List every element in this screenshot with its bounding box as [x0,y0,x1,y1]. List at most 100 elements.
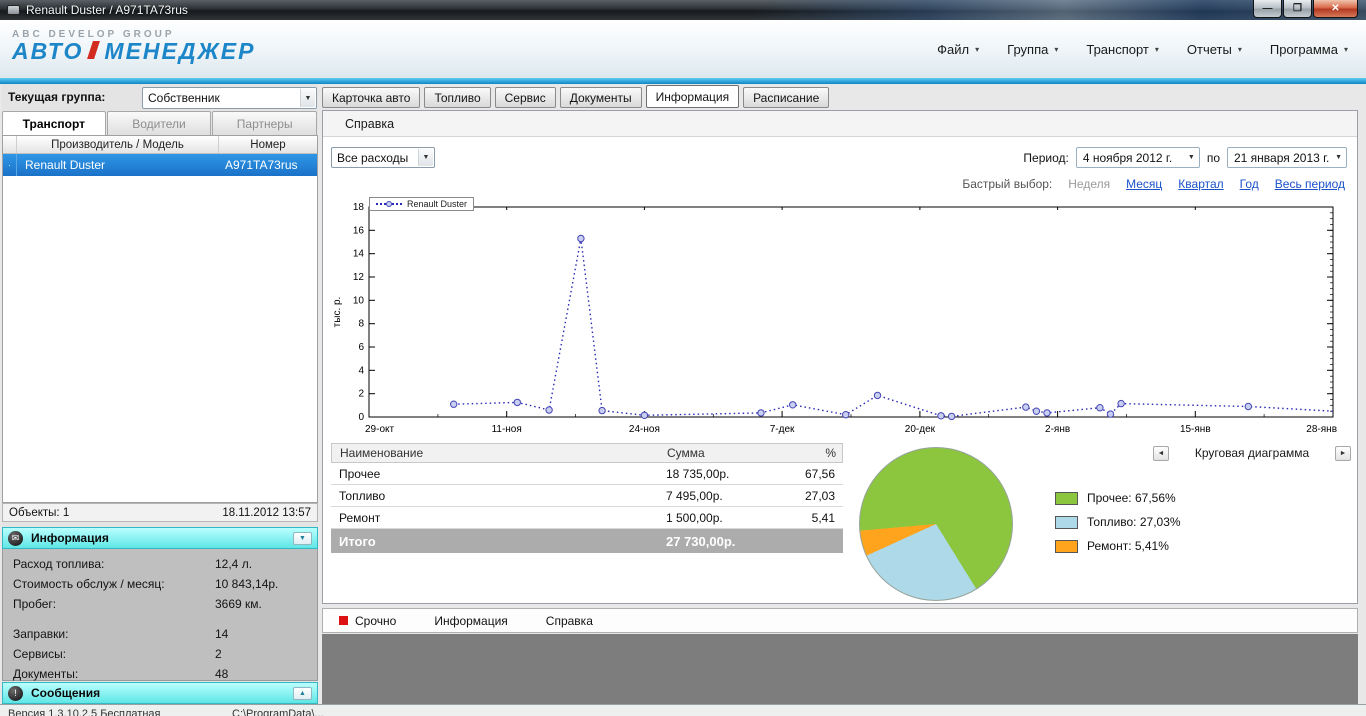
info-panel-body: Расход топлива:12,4 л. Стоимость обслуж … [2,549,318,681]
period-row: Период: 4 ноября 2012 г. ▼ по 21 января … [1023,147,1347,168]
logo-brand-left: АВТО [12,38,83,64]
period-from-select[interactable]: 4 ноября 2012 г. ▼ [1076,147,1200,168]
quick-link-month[interactable]: Месяц [1126,177,1162,191]
chevron-down-icon: ▼ [418,149,433,166]
info-panel-header[interactable]: ✉ Информация ▼ [2,527,318,549]
bottom-tab-information[interactable]: Информация [434,614,507,628]
pie-legend-swatch [1055,540,1078,553]
svg-text:8: 8 [358,319,364,330]
pie-nav: ◄ Круговая диаграмма ► [1153,445,1351,461]
restore-button[interactable]: ❐ [1283,0,1312,18]
tab-schedule[interactable]: Расписание [743,87,829,108]
menu-item-reports[interactable]: Отчеты▾ [1187,42,1242,57]
app-header: ABC DEVELOP GROUP АВТОМЕНЕДЖЕР Файл▾ Гру… [0,20,1366,78]
close-button[interactable]: ✕ [1313,0,1358,18]
info-label: Заправки: [13,627,68,641]
current-group-select[interactable]: Собственник ▼ [142,87,317,109]
svg-text:28-янв: 28-янв [1306,424,1337,435]
tab-information[interactable]: Информация [646,85,739,108]
quick-link-all[interactable]: Весь период [1275,177,1345,191]
svg-text:18: 18 [353,202,365,213]
svg-text:29-окт: 29-окт [365,424,395,435]
pie-chart [859,447,1013,601]
bottom-tabs-bar: Срочно Информация Справка [322,608,1358,633]
expense-filter-select[interactable]: Все расходы ▼ [331,147,435,168]
pie-prev-button[interactable]: ◄ [1153,446,1169,461]
svg-text:10: 10 [353,295,365,306]
vehicle-list: Производитель / Модель Номер · Renault D… [2,135,318,503]
pie-next-button[interactable]: ► [1335,446,1351,461]
tab-partners[interactable]: Партнеры [212,111,317,135]
vehicle-list-header: Производитель / Модель Номер [3,136,317,154]
quick-link-year[interactable]: Год [1240,177,1259,191]
arrow-left-icon: ◄ [1158,450,1165,457]
svg-text:12: 12 [353,272,365,283]
info-collapse-button[interactable]: ▼ [293,532,312,545]
vehicle-row-selected[interactable]: · Renault Duster A971TA73rus [3,154,317,176]
minimize-button[interactable]: — [1253,0,1282,18]
tab-card[interactable]: Карточка авто [322,87,420,108]
tab-fuel[interactable]: Топливо [424,87,490,108]
table-row: Ремонт 1 500,00р. 5,41 [331,507,843,529]
chevron-down-icon: ▼ [300,89,315,107]
col-header-number: Номер [219,136,317,153]
app-icon [7,5,20,15]
info-value: 2 [215,647,222,661]
svg-text:20-дек: 20-дек [905,424,936,435]
svg-text:тыс. р.: тыс. р. [332,297,343,328]
pie-legend-item: Прочее: 67,56% [1055,491,1181,505]
main-menu: Файл▾ Группа▾ Транспорт▾ Отчеты▾ Програм… [937,20,1348,78]
tab-transport[interactable]: Транспорт [2,111,106,135]
info-panel-title: Информация [31,531,109,545]
menu-item-transport[interactable]: Транспорт▾ [1086,42,1159,57]
quick-select-row: Бастрый выбор: Неделя Месяц Квартал Год … [962,177,1345,191]
info-value: 48 [215,667,228,681]
legend-marker-icon [386,201,392,207]
svg-text:7-дек: 7-дек [770,424,795,435]
svg-text:11-ноя: 11-ноя [492,424,522,435]
quick-link-quarter[interactable]: Квартал [1178,177,1223,191]
chevron-down-icon: ▾ [1344,45,1348,54]
objects-count: Объекты: 1 [9,507,69,519]
tab-service[interactable]: Сервис [495,87,556,108]
pie-chart-title: Круговая диаграмма [1169,446,1335,460]
pie-legend: Прочее: 67,56% Топливо: 27,03% Ремонт: 5… [1055,491,1181,563]
left-panel: Текущая группа: Собственник ▼ Транспорт … [2,84,318,704]
table-row: Прочее 18 735,00р. 67,56 [331,463,843,485]
messages-collapse-button[interactable]: ▲ [293,687,312,700]
tab-drivers[interactable]: Водители [107,111,212,135]
svg-text:2-янв: 2-янв [1045,424,1070,435]
menu-item-group[interactable]: Группа▾ [1007,42,1058,57]
window-titlebar[interactable]: Renault Duster / A971TA73rus — ❐ ✕ [0,0,1366,20]
svg-text:6: 6 [358,342,364,353]
pie-legend-swatch [1055,492,1078,505]
period-to-select[interactable]: 21 января 2013 г. ▼ [1227,147,1347,168]
svg-text:2: 2 [358,389,364,400]
expenses-line-chart: 02468101214161829-окт11-ноя24-ноя7-дек20… [331,195,1347,441]
quick-select-label: Бастрый выбор: [962,177,1052,191]
chevron-up-icon: ▲ [299,690,306,697]
tab-documents[interactable]: Документы [560,87,642,108]
menu-item-program[interactable]: Программа▾ [1270,42,1348,57]
chevron-down-icon: ▼ [299,535,306,542]
bottom-tab-help[interactable]: Справка [546,614,593,628]
info-badge-icon: ✉ [8,531,23,546]
quick-link-week: Неделя [1068,177,1110,191]
empty-content-area [322,634,1358,704]
messages-panel-header[interactable]: ! Сообщения ▲ [2,682,318,704]
current-group-label: Текущая группа: [8,90,105,104]
bottom-tab-urgent[interactable]: Срочно [355,614,396,628]
table-total-row: Итого 27 730,00р. [331,529,843,553]
chevron-down-icon: ▾ [1054,45,1058,54]
period-label: Период: [1023,151,1068,165]
logo-slash-icon [87,41,100,59]
menu-item-file[interactable]: Файл▾ [937,42,979,57]
minimize-icon: — [1263,3,1273,14]
svg-text:16: 16 [353,225,365,236]
info-value: 3669 км. [215,597,262,611]
col-header-model: Производитель / Модель [17,136,219,153]
app-statusbar: Версия 1.3.10.2.5 Бесплатная C:\ProgramD… [0,704,1366,716]
pie-legend-item: Ремонт: 5,41% [1055,539,1181,553]
info-label: Сервисы: [13,647,66,661]
row-marker-icon: · [3,154,17,176]
